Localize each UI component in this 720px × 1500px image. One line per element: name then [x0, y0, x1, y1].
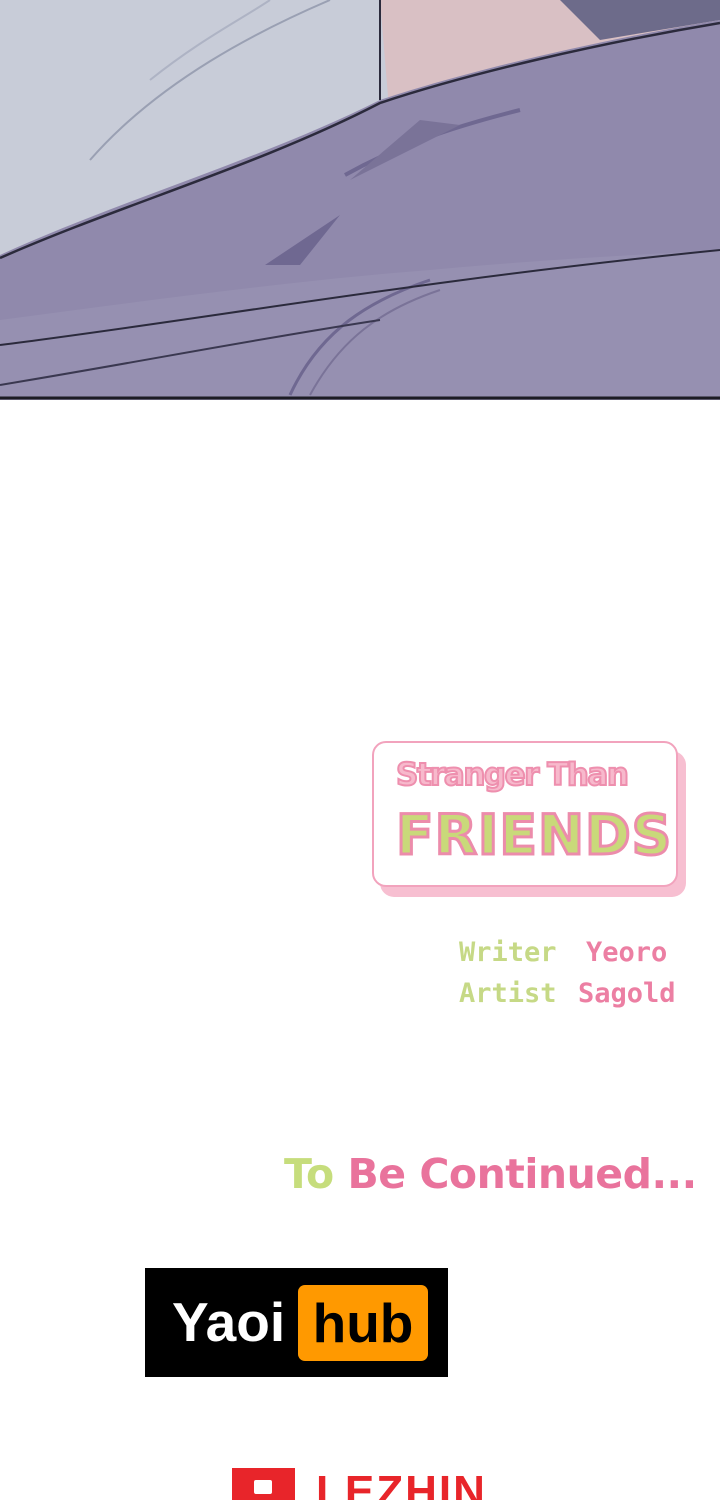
credit-role: Artist	[459, 978, 557, 1009]
credit-writer: Writer Yeoro	[459, 932, 676, 973]
watermark-banner: Yaoi hub	[145, 1268, 448, 1377]
logo-subtitle: Stranger Than	[395, 756, 630, 794]
credit-role: Writer	[459, 937, 557, 968]
to-be-continued: To Be Continued...	[284, 1150, 697, 1198]
tbc-part1: To	[284, 1150, 334, 1198]
series-logo: Stranger Than FRIENDS	[372, 741, 686, 897]
credit-name: Sagold	[578, 978, 676, 1009]
lezhin-icon	[232, 1468, 295, 1500]
credit-artist: Artist Sagold	[459, 973, 676, 1014]
watermark-right: hub	[298, 1285, 428, 1361]
publisher-name: LEZHIN	[316, 1467, 487, 1500]
comic-panel	[0, 0, 720, 400]
tbc-part2: Be Continued...	[347, 1150, 697, 1198]
logo-title: FRIENDS	[394, 803, 673, 867]
publisher-logo: LEZHIN	[232, 1466, 502, 1500]
watermark-left: Yaoi	[172, 1291, 286, 1353]
credit-name: Yeoro	[586, 937, 668, 968]
logo-frame: Stranger Than FRIENDS	[372, 741, 678, 887]
credits: Writer Yeoro Artist Sagold	[459, 932, 676, 1014]
comic-artwork	[0, 0, 720, 400]
